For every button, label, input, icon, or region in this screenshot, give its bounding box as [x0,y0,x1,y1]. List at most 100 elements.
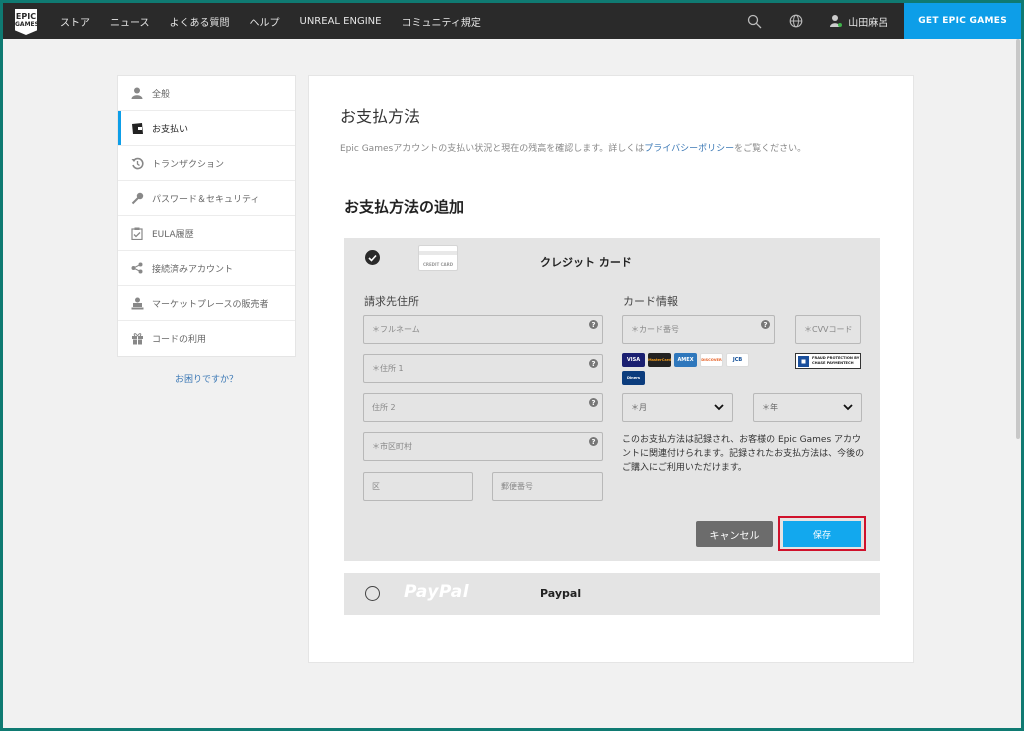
save-payment-note: このお支払方法は記録され、お客様の Epic Games アカウントに関連付けら… [622,435,865,473]
chase-fraud-protection-badge: FRAUD PROTECTION BY CHASE PAYMENTECH [795,353,861,369]
need-help-link[interactable]: お困りですか？ [117,372,296,385]
sidebar-item-label: マーケットプレースの販売者 [152,299,269,310]
field-placeholder: ＊CVVコード [804,325,853,334]
account-sidebar: 全般 お支払い トランザクション パスワード＆セキュリティ EULA履歴 接続済… [117,75,296,357]
field-placeholder: 区 [372,482,380,491]
check-icon [368,254,377,262]
sidebar-item-eula-history[interactable]: EULA履歴 [118,216,295,251]
nav-link-community-rules[interactable]: コミュニティ規定 [401,14,480,29]
sidebar-item-payment[interactable]: お支払い [118,111,295,146]
scrollbar-thumb[interactable] [1016,39,1020,439]
chase-logo-icon [798,355,809,367]
chase-paymentech-text: CHASE PAYMENTECH [812,361,854,365]
field-placeholder: 住所 2 [372,403,396,412]
user-avatar-icon [830,15,843,27]
help-icon[interactable]: ? [589,437,598,446]
cvv-field[interactable]: ＊CVVコード [795,315,861,344]
paypal-title: Paypal [540,587,582,600]
card-number-field[interactable]: ＊カード番号 ? [622,315,775,344]
ward-field[interactable]: 区 [363,472,473,501]
field-placeholder: ＊住所 1 [372,364,404,373]
epic-games-logo[interactable]: EPIC GAMES [15,9,37,35]
jcb-logo: JCB [726,353,749,367]
sidebar-item-label: パスワード＆セキュリティ [152,194,260,205]
sidebar-item-label: 接続済みアカウント [152,264,234,275]
save-button[interactable]: 保存 [783,521,861,547]
add-payment-method-heading: お支払方法の追加 [344,198,465,216]
help-icon[interactable]: ? [761,320,770,329]
sidebar-item-redeem-code[interactable]: コードの利用 [118,321,295,356]
cancel-button[interactable]: キャンセル [696,521,773,547]
expiry-month-select[interactable]: ＊月 [622,393,733,422]
nav-right: 山田麻呂 GET EPIC GAMES [746,3,1021,39]
page-scrollbar[interactable] [1015,39,1021,728]
payment-panel: お支払方法 Epic Gamesアカウントの支払い状況と現在の残高を確認します。… [308,75,914,663]
paypal-option[interactable]: PayPal Paypal [344,573,880,615]
select-value: ＊年 [762,403,778,412]
page-description: Epic Gamesアカウントの支払い状況と現在の残高を確認します。詳しくはプラ… [340,141,806,154]
user-icon [130,86,144,100]
credit-card-title: クレジット カード [540,256,632,269]
seller-icon [130,296,144,310]
select-value: ＊月 [631,403,647,412]
field-placeholder: ＊フルネーム [372,325,420,334]
nav-link-unreal-engine[interactable]: UNREAL ENGINE [300,16,382,27]
user-name: 山田麻呂 [848,17,889,29]
privacy-policy-link[interactable]: プライバシーポリシー [644,144,734,154]
diners-logo: Diners [622,371,645,385]
help-icon[interactable]: ? [589,320,598,329]
sidebar-item-transactions[interactable]: トランザクション [118,146,295,181]
clipboard-check-icon [130,226,144,240]
user-menu[interactable]: 山田麻呂 [830,14,888,29]
globe-icon[interactable] [788,13,804,29]
sidebar-item-label: お支払い [152,124,189,135]
expiry-year-select[interactable]: ＊年 [753,393,862,422]
sidebar-item-marketplace-seller[interactable]: マーケットプレースの販売者 [118,286,295,321]
logo-text-epic: EPIC [15,12,37,21]
page-title: お支払方法 [340,107,421,126]
key-icon [130,191,144,205]
sidebar-item-label: トランザクション [152,159,225,170]
nav-link-help[interactable]: ヘルプ [250,14,280,29]
top-nav: EPIC GAMES ストア ニュース よくある質問 ヘルプ UNREAL EN… [3,3,1021,39]
search-icon[interactable] [746,13,762,29]
nav-links: ストア ニュース よくある質問 ヘルプ UNREAL ENGINE コミュニティ… [60,3,501,39]
chevron-down-icon [843,404,853,411]
chevron-down-icon [714,404,724,411]
logo-text-games: GAMES [15,21,39,28]
field-placeholder: ＊市区町村 [372,442,412,451]
share-icon [130,261,144,275]
browser-frame: EPIC GAMES ストア ニュース よくある質問 ヘルプ UNREAL EN… [3,3,1021,728]
city-field[interactable]: ＊市区町村 ? [363,432,603,461]
billing-address-label: 請求先住所 [364,295,419,308]
sidebar-item-general[interactable]: 全般 [118,76,295,111]
sidebar-item-connected-accounts[interactable]: 接続済みアカウント [118,251,295,286]
field-placeholder: ＊カード番号 [631,325,679,334]
history-icon [130,156,144,170]
credit-card-radio[interactable] [365,250,380,265]
nav-link-faq[interactable]: よくある質問 [170,14,230,29]
help-icon[interactable]: ? [589,359,598,368]
description-text-end: をご覧ください。 [734,144,807,154]
nav-link-store[interactable]: ストア [60,14,90,29]
sidebar-item-password-security[interactable]: パスワード＆セキュリティ [118,181,295,216]
full-name-field[interactable]: ＊フルネーム ? [363,315,603,344]
credit-card-option: CREDIT CARD クレジット カード 請求先住所 カード情報 ＊フルネーム… [344,238,880,561]
get-epic-games-button[interactable]: GET EPIC GAMES [904,3,1021,39]
help-icon[interactable]: ? [589,398,598,407]
wallet-icon [130,121,144,135]
address2-field[interactable]: 住所 2 ? [363,393,603,422]
discover-logo: DISCOVER [700,353,723,367]
gift-icon [130,332,144,346]
sidebar-item-label: 全般 [152,89,171,100]
card-info-label: カード情報 [623,295,678,308]
paypal-radio[interactable] [365,586,380,601]
nav-link-news[interactable]: ニュース [110,14,150,29]
address1-field[interactable]: ＊住所 1 ? [363,354,603,383]
sidebar-item-label: EULA履歴 [152,229,194,240]
sidebar-item-label: コードの利用 [152,335,207,345]
amex-logo: AMEX [674,353,697,367]
postal-code-field[interactable]: 郵便番号 [492,472,603,501]
credit-card-icon: CREDIT CARD [418,245,458,271]
card-image-text: CREDIT CARD [422,262,454,267]
